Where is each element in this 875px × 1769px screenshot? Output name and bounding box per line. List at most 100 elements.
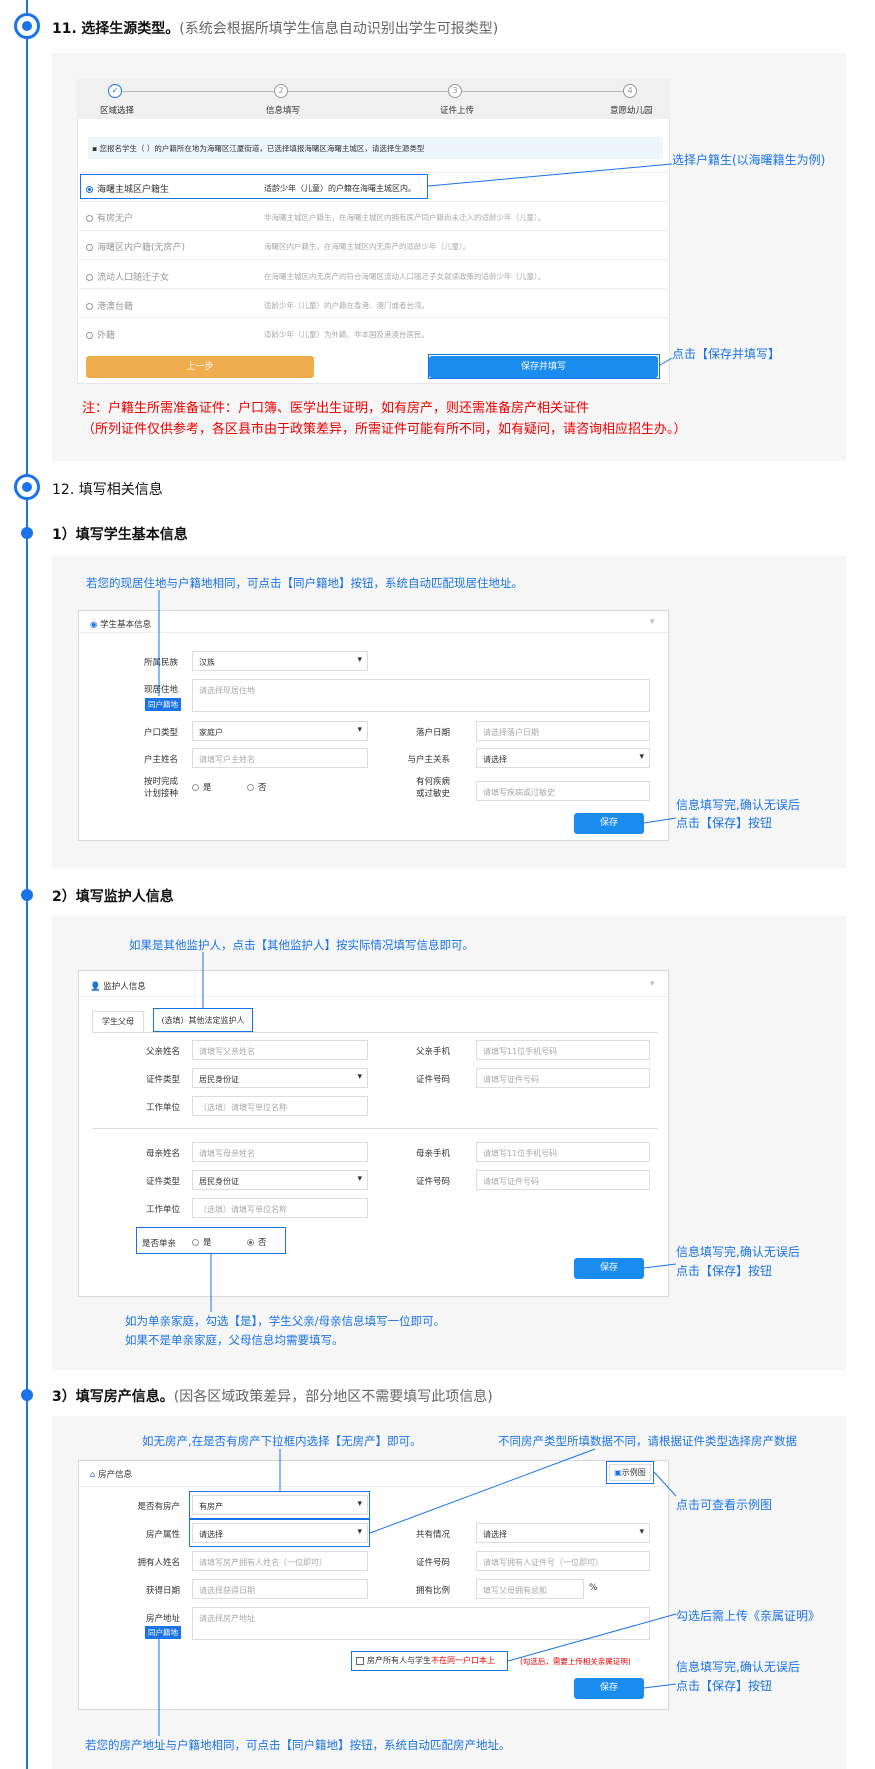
section-12-heading: 12. 填写相关信息: [52, 482, 163, 498]
note-no-house: 如无房产,在是否有房产下拉框内选择【无房产】即可。: [142, 1434, 422, 1448]
note-house-type: 不同房产类型所填数据不同，请根据证件类型选择房产数据: [498, 1434, 797, 1448]
option-desc: 非海曙主城区户籍生，在海曙主城区内拥有房产同户籍尚未迁入的适龄少年（儿童）。: [264, 213, 546, 222]
highlight-property-type: [189, 1519, 370, 1547]
highlight-example: [606, 1461, 654, 1484]
head-name-label: 户主姓名: [143, 755, 178, 765]
collapse-icon[interactable]: ▾: [650, 617, 655, 627]
owner-name-input[interactable]: 请填写房产拥有人姓名（一位即可）: [192, 1551, 368, 1571]
basic-info-header: ◉ 学生基本信息: [90, 620, 152, 630]
step-1-circle: ✓: [108, 84, 122, 98]
info-icon: ◉: [90, 620, 101, 630]
house-same-hukou-button[interactable]: 同户籍地: [145, 1626, 181, 1639]
highlight-household-option: [80, 174, 428, 199]
basic-save-button[interactable]: 保存: [574, 813, 644, 834]
option-divider: [79, 288, 668, 289]
tab-divider: [92, 1032, 658, 1033]
guardian-save-button[interactable]: 保存: [574, 1258, 644, 1279]
header-divider: [79, 1486, 668, 1487]
stepper-bar: [77, 79, 670, 119]
father-id-type-label: 证件类型: [145, 1075, 180, 1085]
father-phone-input[interactable]: 请填写11位手机号码: [476, 1040, 650, 1060]
collapse-icon[interactable]: ▾: [650, 979, 655, 989]
callout-save-fill: 点击【保存并填写】: [672, 347, 781, 361]
tab-parents[interactable]: 学生父母: [92, 1011, 144, 1032]
checkbox-hint: (勾选后，需要上传相关亲属证明): [520, 1657, 631, 1666]
callout-save-3a: 信息填写完,确认无误后: [676, 1660, 800, 1674]
step-3-label: 证件上传: [440, 106, 475, 116]
section-12-1-heading: 1）填写学生基本信息: [52, 527, 188, 543]
relation-select[interactable]: 请选择: [476, 748, 650, 768]
father-work-input[interactable]: （选填）请填写单位名称: [192, 1096, 368, 1116]
note-house-address: 若您的房产地址与户籍地相同，可点击【同户籍地】按钮，系统自动匹配房产地址。: [85, 1738, 511, 1752]
callout-household: 选择户籍生(以海曙籍生为例): [672, 153, 826, 167]
house-address-input[interactable]: 请选择房产地址: [192, 1607, 650, 1640]
share-label: 共有情况: [415, 1530, 450, 1540]
highlight-checkbox: [351, 1651, 508, 1671]
step-2-label: 信息填写: [266, 106, 301, 116]
user-icon: 👤: [90, 982, 104, 992]
mother-phone-input[interactable]: 请填写11位手机号码: [476, 1142, 650, 1162]
highlight-has-house: [189, 1491, 370, 1519]
father-phone-label: 父亲手机: [415, 1047, 450, 1057]
house-header: ⌂ 房产信息: [90, 1470, 133, 1480]
acquire-date-input[interactable]: 请选择获得日期: [192, 1579, 368, 1599]
share-select[interactable]: 请选择: [476, 1523, 650, 1543]
illness-label: 有何疾病 或过敏史: [415, 777, 450, 799]
ratio-label: 拥有比例: [415, 1586, 450, 1596]
mother-phone-label: 母亲手机: [415, 1149, 450, 1159]
highlight-other-guardian: [153, 1008, 253, 1032]
hukou-type-select[interactable]: 家庭户: [192, 721, 368, 741]
option-district-no-house[interactable]: 海曙区内户籍(无房产): [86, 240, 185, 253]
step-2-marker: [21, 889, 33, 901]
owner-name-label: 拥有人姓名: [137, 1558, 180, 1568]
warning-disclaimer: （所列证件仅供参考，各区县市由于政策差异，所需证件可能有所不同，如有疑问，请咨询…: [82, 422, 687, 437]
property-type-label: 房产属性: [145, 1530, 180, 1540]
house-save-button[interactable]: 保存: [574, 1678, 644, 1699]
father-id-no-input[interactable]: 请填写证件号码: [476, 1068, 650, 1088]
step-3-circle: 3: [448, 84, 462, 98]
option-migrant[interactable]: 流动人口随迁子女: [86, 270, 169, 283]
father-id-type-select[interactable]: 居民身份证: [192, 1068, 368, 1088]
father-name-input[interactable]: 请填写父亲姓名: [192, 1040, 368, 1060]
section-12-3-heading: 3）填写房产信息。(因各区域政策差异，部分地区不需要填写此项信息): [52, 1389, 493, 1405]
same-hukou-button[interactable]: 同户籍地: [145, 698, 181, 711]
illness-input[interactable]: 请填写疾病或过敏史: [476, 781, 650, 801]
address-input[interactable]: 请选择现居住地: [192, 679, 650, 712]
step-4-circle: 4: [623, 84, 637, 98]
step-4-label: 意愿幼儿园: [610, 106, 653, 116]
vaccine-yes-radio[interactable]: 是: [192, 781, 212, 793]
parent-divider: [92, 1128, 658, 1129]
prev-step-button[interactable]: 上一步: [86, 356, 314, 378]
mother-work-input[interactable]: （选填）请填写单位名称: [192, 1198, 368, 1218]
mother-name-input[interactable]: 请填写母亲姓名: [192, 1142, 368, 1162]
option-house-no-hukou[interactable]: 有房无户: [86, 211, 133, 224]
stepper-line: [115, 91, 633, 92]
mother-id-type-select[interactable]: 居民身份证: [192, 1170, 368, 1190]
vaccine-no-radio[interactable]: 否: [247, 781, 267, 793]
callout-example: 点击可查看示例图: [676, 1498, 773, 1512]
callout-save-1a: 信息填写完,确认无误后: [676, 798, 800, 812]
relation-label: 与户主关系: [407, 755, 450, 765]
settle-date-input[interactable]: 请选择落户日期: [476, 721, 650, 741]
callout-save-2b: 点击【保存】按钮: [676, 1264, 773, 1278]
home-icon: ⌂: [90, 1470, 99, 1480]
owner-id-input[interactable]: 请填写拥有人证件号（一位即可）: [476, 1551, 650, 1571]
option-foreign[interactable]: 外籍: [86, 328, 115, 341]
section-11-heading: 11. 选择生源类型。(系统会根据所填学生信息自动识别出学生可报类型): [52, 21, 499, 37]
step-2-circle: 2: [274, 84, 288, 98]
head-name-input[interactable]: 请填写户主姓名: [192, 748, 368, 768]
callout-save-3b: 点击【保存】按钮: [676, 1679, 773, 1693]
highlight-single-parent: [136, 1227, 286, 1254]
option-hk-macao-tw[interactable]: 港澳台籍: [86, 299, 133, 312]
ethnic-select[interactable]: 汉族: [192, 651, 368, 671]
step-1-marker: [21, 527, 33, 539]
note-same-address: 若您的现居住地与户籍地相同，可点击【同户籍地】按钮，系统自动匹配现居住地址。: [86, 576, 523, 590]
option-desc: 适龄少年（儿童）的户籍在香港、澳门或者台湾。: [264, 301, 429, 310]
section-12-2-heading: 2）填写监护人信息: [52, 889, 174, 905]
ratio-input[interactable]: 填写父母拥有总和: [476, 1579, 584, 1599]
father-work-label: 工作单位: [145, 1103, 180, 1113]
option-divider: [79, 230, 668, 231]
note-single-2: 如果不是单亲家庭，父母信息均需要填写。: [125, 1333, 344, 1347]
option-divider: [79, 201, 668, 202]
mother-id-no-input[interactable]: 请填写证件号码: [476, 1170, 650, 1190]
